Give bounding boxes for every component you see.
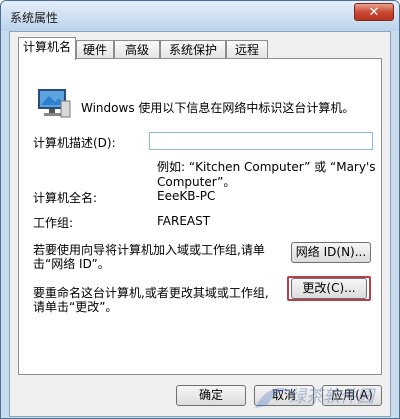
tab-advanced[interactable]: 高级 xyxy=(114,40,160,59)
system-properties-window: 系统属性 ✕ 计算机名 硬件 高级 系统保护 远程 Windows 使用以下信息… xyxy=(0,0,400,419)
full-name-label: 计算机全名: xyxy=(33,191,98,205)
example-text-line2: Computer”。 xyxy=(157,175,236,189)
intro-text: Windows 使用以下信息在网络中标识这台计算机。 xyxy=(81,101,355,115)
computer-icon xyxy=(38,89,71,118)
watermark-text: 绿茶软件园 xyxy=(289,387,377,406)
close-button[interactable]: ✕ xyxy=(354,3,394,21)
workgroup-value: FAREAST xyxy=(157,214,211,228)
tab-hardware[interactable]: 硬件 xyxy=(76,40,114,59)
wizard-text-line2: 击“网络 ID”。 xyxy=(33,257,110,271)
window-title: 系统属性 xyxy=(10,11,59,25)
computer-name-panel: Windows 使用以下信息在网络中标识这台计算机。 计算机描述(D): 例如:… xyxy=(18,58,382,375)
tab-computer-name[interactable]: 计算机名 xyxy=(18,37,76,60)
network-id-button[interactable]: 网络 ID(N)... xyxy=(291,242,371,263)
tab-remote[interactable]: 远程 xyxy=(226,40,268,59)
close-icon: ✕ xyxy=(368,5,380,20)
dialog-client-area: 计算机名 硬件 高级 系统保护 远程 Windows 使用以下信息在网络中标识这… xyxy=(9,31,391,417)
ok-button[interactable]: 确定 xyxy=(176,385,246,406)
rename-text-line2: 请单击“更改”。 xyxy=(33,300,118,314)
description-label: 计算机描述(D): xyxy=(33,136,116,150)
change-button[interactable]: 更改(C)... xyxy=(291,278,367,299)
workgroup-label: 工作组: xyxy=(33,216,74,230)
title-bar: 系统属性 ✕ xyxy=(1,1,399,31)
watermark: 绿茶软件园 xyxy=(255,387,377,408)
full-name-value: EeeKB-PC xyxy=(157,189,216,203)
computer-description-input[interactable] xyxy=(149,132,373,150)
tab-system-protection[interactable]: 系统保护 xyxy=(160,40,226,59)
